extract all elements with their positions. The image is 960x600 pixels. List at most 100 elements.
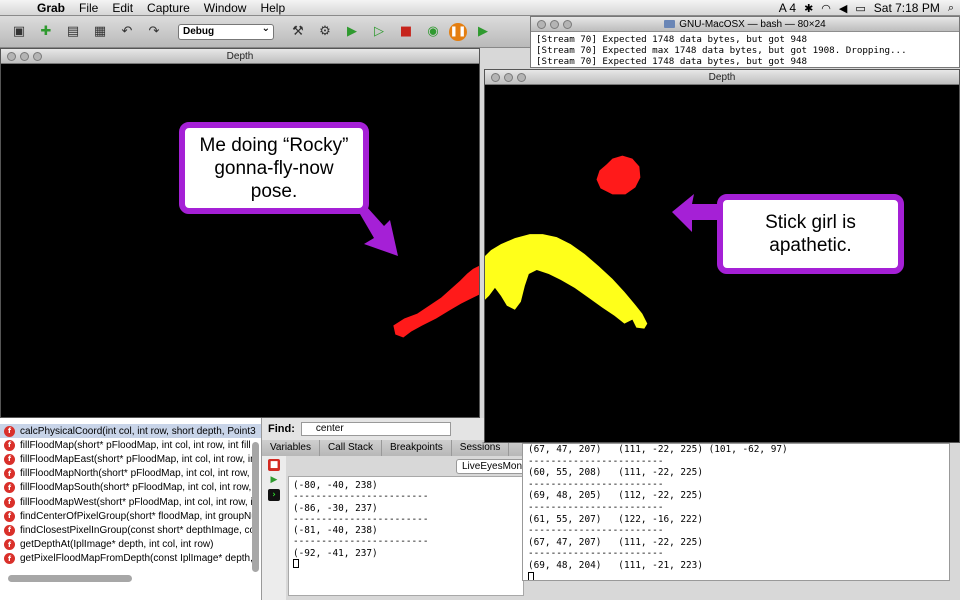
new-file-icon[interactable]: ✚ — [35, 21, 57, 43]
menu-capture[interactable]: Capture — [140, 0, 197, 16]
symbol-item[interactable]: f getPixelFloodMapFromDepth(const IplImag… — [0, 552, 261, 566]
red-arm-blob — [393, 265, 479, 338]
close-window-button[interactable] — [537, 20, 546, 29]
find-input[interactable]: center — [300, 422, 451, 436]
battery-icon[interactable]: ▭ — [855, 2, 865, 15]
depth-window-left-title-bar[interactable]: Depth — [1, 49, 479, 64]
pause-icon[interactable]: ❚❚ — [449, 22, 467, 41]
console-line: (-86, -30, 237) — [293, 502, 378, 514]
menu-file[interactable]: File — [72, 0, 105, 16]
tab-call-stack[interactable]: Call Stack — [320, 440, 382, 456]
open-project-icon[interactable]: ▤ — [62, 21, 84, 43]
close-window-button[interactable] — [7, 52, 16, 61]
step-icon[interactable]: ◉ — [422, 21, 444, 43]
zoom-window-button[interactable] — [517, 73, 526, 82]
callout-stick-arrow — [672, 194, 720, 232]
symbol-item[interactable]: f calcPhysicalCoord(int col, int row, sho… — [0, 424, 261, 439]
symbol-item[interactable]: f fillFloodMapEast(short* pFloodMap, int … — [0, 452, 261, 466]
zoom-window-button[interactable] — [33, 52, 42, 61]
function-icon: f — [4, 468, 15, 480]
debug-console-output[interactable]: (-80, -40, 238) ------------------------(… — [288, 476, 524, 596]
status-indicator[interactable]: A 4 — [779, 1, 796, 15]
callout-rocky-text: Me doing “Rocky” gonna-fly-now pose. — [200, 134, 349, 203]
minimize-window-button[interactable] — [550, 20, 559, 29]
wifi-icon[interactable]: ◠ — [821, 2, 831, 15]
symbol-item[interactable]: f fillFloodMap(short* pFloodMap, int col,… — [0, 438, 261, 452]
depth-window-right-title: Depth — [708, 72, 736, 83]
terminal-output[interactable]: [Stream 70] Expected 1748 data bytes, bu… — [531, 32, 959, 70]
function-icon: f — [4, 510, 15, 522]
callout-stick-text: Stick girl is apathetic. — [765, 211, 856, 257]
spotlight-search-icon[interactable]: ⌕ — [948, 1, 954, 15]
save-all-icon[interactable]: ▦ — [89, 21, 111, 43]
undo-icon[interactable]: ↶ — [116, 21, 138, 43]
symbol-item[interactable]: f getDepthAt(IplImage* depth, int col, in… — [0, 538, 261, 552]
symbol-item[interactable]: f findClosestPixelInGroup(const short* de… — [0, 523, 261, 537]
rerun-icon[interactable]: ▶ — [268, 474, 280, 486]
red-head-blob — [596, 155, 641, 195]
redo-icon[interactable]: ↷ — [143, 21, 165, 43]
yellow-body-blob — [485, 234, 648, 329]
symbol-item[interactable]: f fillFloodMapWest(short* pFloodMap, int … — [0, 495, 261, 509]
terminal-window: GNU-MacOSX — bash — 80×24 [Stream 70] Ex… — [530, 16, 960, 68]
console-line: (67, 47, 207) (111, -22, 225) (101, -62,… — [528, 444, 788, 455]
console-line: (69, 48, 205) (112, -22, 225) — [528, 490, 703, 502]
debugger-tab-strip: Variables Call Stack Breakpoints Session… — [262, 440, 522, 456]
volume-icon[interactable]: ◀ — [839, 2, 847, 15]
text-cursor — [528, 571, 534, 580]
menu-window[interactable]: Window — [197, 0, 254, 16]
arrow-shape — [360, 206, 398, 256]
continue-icon[interactable]: ▶ — [472, 21, 494, 43]
build-icon[interactable]: ⚒ — [287, 21, 309, 43]
ide-toolbar: ▣ ✚ ▤ ▦ ↶ ↷ Debug ⚒ ⚙ ▶ ▷ ■ ◉ ❚❚ ▶ — [0, 16, 540, 48]
configuration-select[interactable]: Debug — [178, 22, 274, 40]
function-icon: f — [4, 482, 15, 494]
menu-help[interactable]: Help — [253, 0, 292, 16]
console-target-tab[interactable]: LiveEyesMonitor — [456, 459, 526, 474]
terminal-icon[interactable]: › — [268, 489, 280, 501]
stop-icon[interactable]: ■ — [395, 21, 417, 43]
callout-rocky-line: gonna-fly-now — [214, 157, 334, 179]
symbol-list-vertical-scrollbar[interactable] — [252, 442, 259, 572]
debug-run-icon[interactable]: ▷ — [368, 21, 390, 43]
navigator-symbol-list[interactable]: f calcPhysicalCoord(int col, int row, sho… — [0, 418, 262, 600]
console-line: ------------------------ — [528, 455, 664, 467]
find-bar: Find: center — [262, 418, 484, 440]
console-line: ------------------------ — [528, 525, 664, 537]
symbol-item[interactable]: f fillFloodMapSouth(short* pFloodMap, int… — [0, 481, 261, 495]
run-icon[interactable]: ▶ — [341, 21, 363, 43]
window-controls — [537, 20, 572, 29]
menubar-clock[interactable]: Sat 7:18 PM — [874, 1, 940, 15]
minimize-window-button[interactable] — [504, 73, 513, 82]
symbol-list-horizontal-scrollbar[interactable] — [8, 575, 132, 582]
console-line: (61, 55, 207) (122, -16, 222) — [528, 513, 703, 525]
function-icon: f — [4, 539, 15, 551]
new-project-icon[interactable]: ▣ — [8, 21, 30, 43]
clean-build-icon[interactable]: ⚙ — [314, 21, 336, 43]
console-line: ------------------------ — [293, 491, 429, 503]
function-icon: f — [4, 524, 15, 536]
minimize-window-button[interactable] — [20, 52, 29, 61]
callout-rocky-pose: Me doing “Rocky” gonna-fly-now pose. — [179, 122, 369, 214]
depth-window-right-title-bar[interactable]: Depth — [485, 70, 959, 85]
function-icon: f — [4, 453, 15, 465]
stop-debug-icon[interactable]: ■ — [268, 459, 280, 471]
console-line: (-81, -40, 238) — [293, 525, 378, 537]
close-window-button[interactable] — [491, 73, 500, 82]
run-console-output[interactable]: (67, 47, 207) (111, -22, 225) (101, -62,… — [522, 443, 950, 581]
function-icon: f — [4, 425, 15, 437]
tab-variables[interactable]: Variables — [262, 440, 320, 456]
find-label: Find: — [268, 423, 295, 435]
terminal-title-bar[interactable]: GNU-MacOSX — bash — 80×24 — [531, 17, 959, 32]
console-line: ------------------------ — [293, 513, 429, 525]
symbol-item[interactable]: f findCenterOfPixelGroup(short* floodMap,… — [0, 509, 261, 523]
zoom-window-button[interactable] — [563, 20, 572, 29]
menu-edit[interactable]: Edit — [105, 0, 140, 16]
bluetooth-icon[interactable]: ✱ — [804, 2, 813, 15]
console-line: ------------------------ — [528, 478, 664, 490]
menu-app-name[interactable]: Grab — [30, 0, 72, 16]
tab-breakpoints[interactable]: Breakpoints — [382, 440, 452, 456]
symbol-item[interactable]: f fillFloodMapNorth(short* pFloodMap, int… — [0, 467, 261, 481]
console-line: (67, 47, 207) (111, -22, 225) — [528, 536, 703, 548]
window-controls — [7, 52, 42, 61]
